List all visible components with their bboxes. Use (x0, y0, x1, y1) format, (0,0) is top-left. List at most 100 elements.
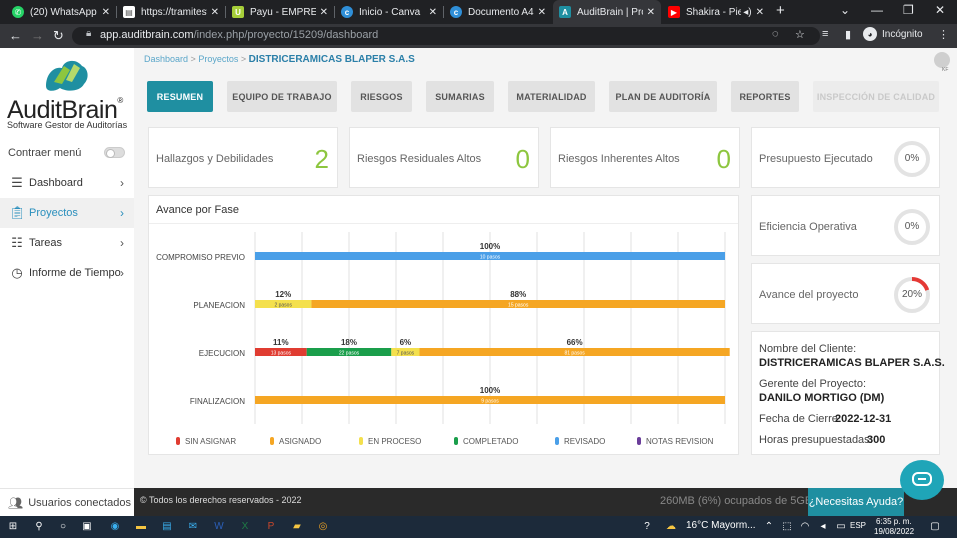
minimize-icon[interactable]: — (871, 3, 883, 17)
excel-icon[interactable]: X (238, 519, 252, 533)
category-label: EJECUCION (199, 349, 245, 358)
mail-icon[interactable]: ✉ (186, 519, 200, 533)
manager-label: Gerente del Proyecto: (759, 378, 867, 390)
tab-equipo-de-trabajo[interactable]: EQUIPO DE TRABAJO (227, 81, 337, 112)
legend-label: ASIGNADO (279, 437, 321, 446)
legend-label: REVISADO (564, 437, 605, 446)
eye-off-icon[interactable]: ◌ (772, 28, 779, 40)
cortana-icon[interactable]: ○ (56, 519, 70, 533)
media-control-icon[interactable]: ≡ (822, 28, 828, 40)
sticky-notes-icon[interactable]: ▰ (290, 519, 304, 533)
tab-search-icon[interactable]: ⌄ (840, 3, 850, 17)
close-icon[interactable]: ✕ (538, 7, 546, 18)
chrome-icon[interactable]: ◎ (316, 519, 330, 533)
star-icon[interactable]: ☆ (795, 28, 805, 41)
task-view-icon[interactable]: ▣ (80, 519, 94, 533)
forward-icon[interactable]: → (31, 28, 44, 43)
word-icon[interactable]: W (212, 519, 226, 533)
browser-tab-active[interactable]: A AuditBrain | Proy ✕ (553, 0, 661, 24)
close-icon[interactable]: ✕ (102, 7, 110, 18)
tab-materialidad[interactable]: MATERIALIDAD (508, 81, 595, 112)
browser-tab[interactable]: U Payu - EMPRESA ✕ (226, 0, 334, 24)
data-label-percent: 6% (400, 338, 412, 347)
clock-date[interactable]: 19/08/2022 (874, 527, 914, 536)
legend-label: NOTAS REVISION (646, 437, 714, 446)
data-label-percent: 12% (275, 290, 291, 299)
help-button[interactable]: ¿Necesitas Ayuda? (808, 488, 904, 516)
browser-tab-bar: ✆ (20) WhatsApp ✕ ▤ https://tramitesw ✕ … (0, 0, 957, 24)
battery-icon[interactable]: ▭ (834, 519, 848, 533)
notifications-icon[interactable]: ▢ (928, 519, 942, 533)
sidebar-item-proyectos[interactable]: 📋︎ Proyectos › (0, 198, 134, 228)
url-host: app.auditbrain.com (100, 29, 194, 41)
chevron-right-icon: › (120, 206, 124, 220)
close-icon[interactable]: ✕ (320, 7, 328, 18)
url-text[interactable]: app.auditbrain.com/index.php/proyecto/15… (100, 29, 378, 41)
side-panel-icon[interactable]: ▮ (845, 28, 851, 41)
window-close-icon[interactable]: ✕ (935, 3, 945, 17)
powerpoint-icon[interactable]: P (264, 519, 278, 533)
kpi-card-riesgos-inherentes: Riesgos Inherentes Altos 0 (550, 127, 740, 188)
browser-tab[interactable]: ✆ (20) WhatsApp ✕ (6, 0, 116, 24)
search-icon[interactable]: ⚲ (32, 519, 46, 533)
browser-tab[interactable]: c Documento A4 n ✕ (444, 0, 552, 24)
lock-icon[interactable]: 🔒︎ (86, 28, 91, 39)
tab-reportes[interactable]: REPORTES (731, 81, 799, 112)
volume-icon[interactable]: ◂ (816, 519, 830, 533)
new-tab-button[interactable]: + (776, 2, 785, 19)
tab-plan-de-auditoria[interactable]: PLAN DE AUDITORÍA (609, 81, 717, 112)
breadcrumb-proyectos[interactable]: Proyectos (198, 54, 238, 64)
edge-icon[interactable]: ◉ (108, 519, 122, 533)
users-icon: 👥︎ (8, 495, 24, 510)
close-icon[interactable]: ✕ (756, 7, 764, 18)
sidebar-item-label: Dashboard (29, 177, 83, 189)
tab-title: Inicio - Canva (359, 6, 421, 18)
kpi-label: Riesgos Inherentes Altos (558, 153, 680, 165)
tab-sumarias[interactable]: SUMARIAS (426, 81, 494, 112)
language-indicator[interactable]: ESP (850, 521, 866, 530)
browser-tab[interactable]: c Inicio - Canva ✕ (335, 0, 443, 24)
mute-icon[interactable]: ◂) (743, 7, 751, 18)
breadcrumb: Dashboard > Proyectos > DISTRICERAMICAS … (144, 54, 415, 65)
avatar[interactable] (934, 52, 950, 68)
browser-tab[interactable]: ▶ Shakira - Pie ◂) ✕ (662, 0, 770, 24)
data-label-steps: 9 pasos (481, 399, 499, 405)
hours-value: 300 (867, 434, 886, 446)
file-explorer-icon[interactable]: ▬ (134, 519, 148, 533)
back-icon[interactable]: ← (9, 28, 22, 43)
sidebar-item-tareas[interactable]: ☷ Tareas › (0, 228, 134, 258)
network-status-icon[interactable]: ⬚ (780, 519, 794, 533)
kpi-card-hallazgos: Hallazgos y Debilidades 2 (148, 127, 338, 188)
breadcrumb-dashboard[interactable]: Dashboard (144, 54, 188, 64)
tab-resumen[interactable]: RESUMEN (147, 81, 213, 112)
users-connected[interactable]: 👥︎ Usuarios conectados (0, 488, 134, 516)
collapse-menu-toggle[interactable] (104, 147, 125, 158)
close-icon[interactable]: ✕ (429, 7, 437, 18)
kpi-label: Riesgos Residuales Altos (357, 153, 482, 165)
clock-time[interactable]: 6:35 p. m. (876, 517, 912, 526)
weather-text[interactable]: 16°C Mayorm... (686, 520, 756, 531)
avatar-initials: KF (942, 67, 949, 73)
tab-title: https://tramitesw (141, 6, 207, 18)
tab-riesgos[interactable]: RIESGOS (351, 81, 412, 112)
restore-icon[interactable]: ❐ (903, 3, 914, 17)
data-label-steps: 81 pasos (564, 351, 585, 357)
sidebar-item-dashboard[interactable]: ☰ Dashboard › (0, 168, 134, 198)
wifi-icon[interactable]: ◠ (798, 519, 812, 533)
incognito-indicator[interactable]: ◕ Incógnito (863, 27, 923, 41)
data-label-steps: 2 pasos (274, 303, 292, 309)
chat-button[interactable] (900, 460, 944, 500)
weather-icon[interactable]: ☁ (664, 519, 678, 533)
windows-start-icon[interactable]: ⊞ (6, 519, 20, 533)
sidebar-item-informe-de-tiempo[interactable]: ◷ Informe de Tiempo › (0, 258, 134, 288)
help-circle-icon[interactable]: ? (640, 519, 654, 533)
menu-kebab-icon[interactable]: ⋮ (938, 28, 949, 41)
store-icon[interactable]: ▤ (160, 519, 174, 533)
chevron-up-icon[interactable]: ⌃ (762, 519, 776, 533)
close-icon[interactable]: ✕ (211, 7, 219, 18)
legend-swatch (555, 437, 559, 445)
close-icon[interactable]: ✕ (647, 7, 655, 18)
reload-icon[interactable]: ↻ (53, 28, 64, 44)
legend-label: SIN ASIGNAR (185, 437, 236, 446)
browser-tab[interactable]: ▤ https://tramitesw ✕ (117, 0, 225, 24)
